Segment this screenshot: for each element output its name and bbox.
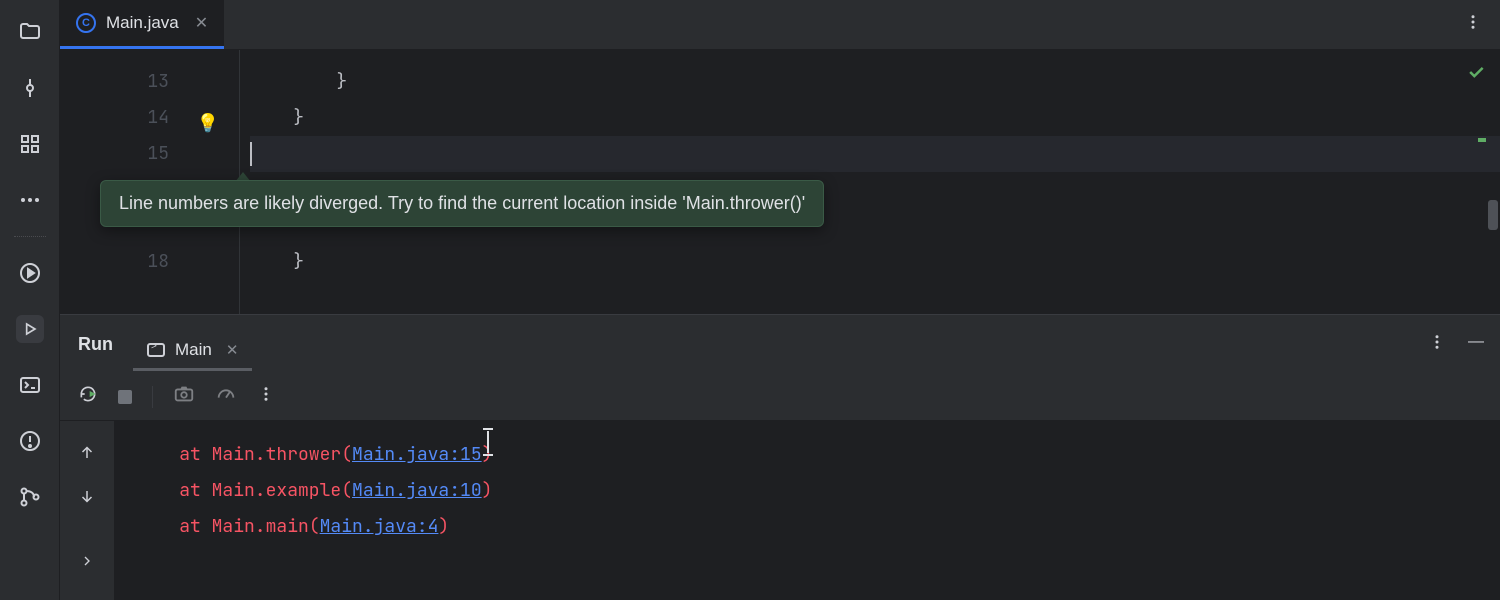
scrollbar-thumb[interactable] xyxy=(1488,200,1498,230)
close-icon[interactable]: ✕ xyxy=(226,341,239,359)
divider xyxy=(152,386,153,408)
more-horizontal-icon[interactable] xyxy=(16,186,44,214)
code-line-active xyxy=(250,136,1500,172)
code-line: } xyxy=(250,100,1500,136)
run-gutter xyxy=(60,421,114,600)
stack-link[interactable]: Main.java:4 xyxy=(320,515,439,538)
editor-tab-bar: C Main.java ✕ xyxy=(60,0,1500,50)
run-header: Run Main ✕ — xyxy=(60,315,1500,373)
console-output[interactable]: at Main.thrower(Main.java:15) at Main.ex… xyxy=(114,421,1500,600)
line-number: 14 💡 xyxy=(60,100,169,136)
up-arrow-icon[interactable] xyxy=(78,443,96,466)
separator xyxy=(14,236,46,237)
project-icon[interactable] xyxy=(16,18,44,46)
editor-tab[interactable]: C Main.java ✕ xyxy=(60,0,224,49)
run-body: at Main.thrower(Main.java:15) at Main.ex… xyxy=(60,421,1500,600)
stack-line: at Main.main(Main.java:4) xyxy=(136,509,1478,545)
hide-icon[interactable]: — xyxy=(1468,333,1482,356)
intention-bulb-icon[interactable]: 💡 xyxy=(197,106,219,142)
stack-line: at Main.thrower(Main.java:15) xyxy=(136,437,1478,473)
run-toolbar xyxy=(60,373,1500,421)
hint-tooltip: Line numbers are likely diverged. Try to… xyxy=(100,180,824,227)
code-line: } xyxy=(250,64,1500,100)
run-tab-label: Main xyxy=(175,340,212,360)
run-icon[interactable] xyxy=(16,259,44,287)
camera-icon[interactable] xyxy=(173,383,195,410)
activity-bar xyxy=(0,0,60,600)
stack-link[interactable]: Main.java:10 xyxy=(352,479,482,502)
tab-more-icon[interactable] xyxy=(1464,13,1500,36)
inspection-ok-icon[interactable] xyxy=(1466,62,1486,88)
rerun-icon[interactable] xyxy=(78,384,98,409)
down-arrow-icon[interactable] xyxy=(78,488,96,511)
chevron-right-icon[interactable] xyxy=(79,553,95,574)
java-class-icon: C xyxy=(76,13,96,33)
debug-icon[interactable] xyxy=(16,315,44,343)
commit-icon[interactable] xyxy=(16,74,44,102)
run-tool-window: Run Main ✕ — xyxy=(60,314,1500,600)
line-number: 15 xyxy=(60,136,169,172)
stack-line: at Main.example(Main.java:10) xyxy=(136,473,1478,509)
line-number: 13 xyxy=(60,64,169,100)
run-tab[interactable]: Main ✕ xyxy=(133,332,252,371)
stack-link[interactable]: Main.java:15 xyxy=(352,443,482,466)
problems-icon[interactable] xyxy=(16,427,44,455)
caret xyxy=(250,142,252,166)
editor[interactable]: 13 14 💡 15 18 } } static void thrower() … xyxy=(60,50,1500,314)
structure-icon[interactable] xyxy=(16,130,44,158)
terminal-icon[interactable] xyxy=(16,371,44,399)
close-icon[interactable]: ✕ xyxy=(195,13,208,33)
editor-tab-label: Main.java xyxy=(106,13,179,33)
version-control-icon[interactable] xyxy=(16,483,44,511)
main-column: C Main.java ✕ 13 14 💡 15 18 } } static xyxy=(60,0,1500,600)
toolbar-more-icon[interactable] xyxy=(257,385,275,408)
line-number: 18 xyxy=(60,244,169,280)
code-line: } xyxy=(250,244,1500,280)
editor-marker xyxy=(1478,138,1486,142)
stop-icon[interactable] xyxy=(118,390,132,404)
run-title: Run xyxy=(78,334,113,355)
speedometer-icon[interactable] xyxy=(215,383,237,410)
console-icon xyxy=(147,343,165,357)
run-more-icon[interactable] xyxy=(1428,333,1446,356)
